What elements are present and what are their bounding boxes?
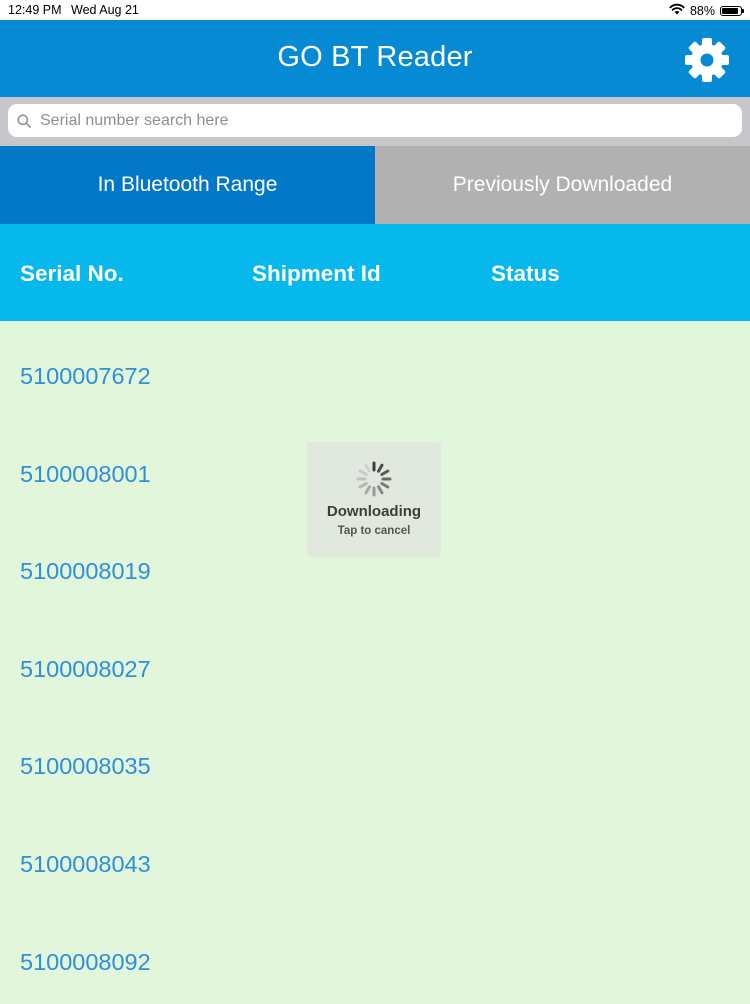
table-row[interactable]: 5100007672	[0, 321, 750, 419]
downloading-label: Downloading	[326, 503, 422, 520]
wifi-icon	[669, 3, 685, 18]
column-header-shipment-id: Shipment Id	[252, 261, 381, 286]
downloading-overlay[interactable]: Downloading Tap to cancel	[307, 442, 441, 557]
battery-icon	[720, 5, 744, 16]
table-header: Serial No. Shipment Id Status	[0, 224, 750, 321]
tab-previously-downloaded[interactable]: Previously Downloaded	[375, 146, 750, 224]
status-bar: 12:49 PM Wed Aug 21 88%	[0, 0, 750, 20]
spinner-icon	[356, 461, 392, 497]
serial-number: 5100008027	[20, 655, 151, 682]
search-icon	[17, 113, 31, 128]
status-date: Wed Aug 21	[71, 3, 139, 17]
nav-bar: GO BT Reader	[0, 20, 750, 97]
table-row[interactable]: 5100008043	[0, 809, 750, 907]
search-input[interactable]	[38, 110, 722, 131]
column-header-serial: Serial No.	[20, 261, 124, 286]
serial-number: 5100008043	[20, 850, 151, 877]
serial-number: 5100008035	[20, 753, 151, 780]
page-title: GO BT Reader	[277, 41, 473, 73]
gear-icon	[685, 38, 729, 82]
status-time: 12:49 PM	[8, 3, 62, 17]
table-row[interactable]: 5100008035	[0, 711, 750, 809]
search-box[interactable]	[8, 104, 742, 137]
tab-in-bluetooth-range[interactable]: In Bluetooth Range	[0, 146, 375, 224]
column-header-status: Status	[491, 261, 560, 286]
settings-button[interactable]	[683, 36, 731, 84]
table-row[interactable]: 5100008027	[0, 614, 750, 712]
tab-bar: In Bluetooth Range Previously Downloaded	[0, 146, 750, 224]
serial-number: 5100008092	[20, 948, 151, 975]
serial-number: 5100008019	[20, 558, 151, 585]
table-row[interactable]: 5100008092	[0, 907, 750, 1004]
serial-number: 5100008001	[20, 460, 151, 487]
serial-list: 5100007672 5100008001 5100008019 5100008…	[0, 321, 750, 1004]
battery-percent: 88%	[689, 3, 715, 18]
serial-number: 5100007672	[20, 363, 151, 389]
search-bar	[0, 97, 750, 146]
battery-fill	[722, 7, 738, 14]
tap-to-cancel-label: Tap to cancel	[337, 525, 411, 537]
